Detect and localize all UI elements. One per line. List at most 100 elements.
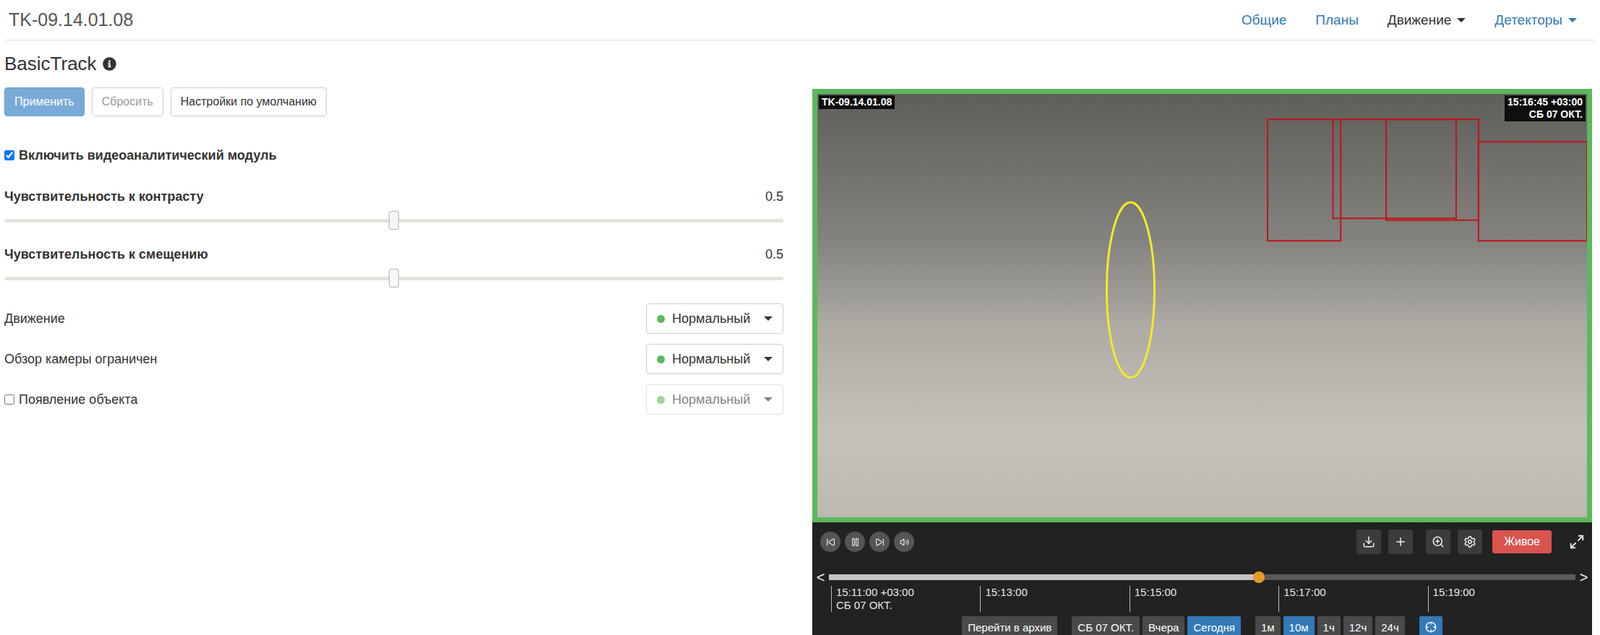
zoom-icon: [1431, 535, 1445, 549]
control-bar: Живое: [812, 522, 1593, 562]
pause-button[interactable]: [844, 531, 866, 553]
event-label[interactable]: Появление объекта: [4, 392, 138, 408]
tool-controls: Живое: [1356, 529, 1585, 555]
slider-value: 0.5: [765, 247, 784, 263]
timeline-ticks: 15:11:00 +03:00СБ 07 ОКТ.15:13:0015:15:0…: [812, 586, 1593, 613]
slider-label: Чувствительность к контрасту: [4, 189, 204, 205]
archive-button[interactable]: Перейти в архив: [961, 616, 1058, 635]
event-row: Обзор камеры ограниченНормальный: [4, 343, 784, 375]
level-dropdown[interactable]: Нормальный: [646, 343, 784, 375]
timeline-tick: 15:13:00: [979, 586, 1129, 613]
timeline-tick: 15:17:00: [1278, 586, 1428, 613]
player: TK-09.14.01.08 15:16:45 +03:00СБ 07 ОКТ. Ж…: [812, 88, 1593, 635]
status-dot: [656, 355, 665, 364]
slider-thumb[interactable]: [388, 211, 399, 230]
slider-block: Чувствительность к смещению 0.5: [4, 245, 784, 288]
day-group: СБ 07 ОКТ.ВчераСегодня: [1071, 616, 1241, 635]
video-frame[interactable]: TK-09.14.01.08 15:16:45 +03:00СБ 07 ОКТ.: [812, 88, 1593, 523]
timeline-marker[interactable]: [1253, 571, 1265, 584]
slider-track[interactable]: [4, 276, 784, 281]
caret-icon: [763, 316, 773, 321]
timeline-tick: 15:15:00: [1129, 586, 1279, 613]
event-checkbox[interactable]: [4, 394, 15, 405]
timeline-prev[interactable]: <: [812, 570, 829, 585]
camera-overlay: TK-09.14.01.08: [818, 95, 895, 110]
slider-value: 0.5: [765, 189, 784, 205]
timeline-fill: [828, 574, 1259, 581]
event-row: Движение Нормальный: [4, 303, 784, 334]
level-dropdown[interactable]: Нормальный: [646, 384, 784, 415]
download-button[interactable]: [1356, 529, 1382, 555]
nav-link[interactable]: Общие: [1227, 7, 1301, 33]
range-button[interactable]: 10м: [1283, 616, 1315, 635]
slider-block: Чувствительность к контрасту 0.5: [4, 187, 784, 230]
zoom-button[interactable]: [1425, 529, 1451, 555]
slider[interactable]: [4, 268, 784, 288]
day-button[interactable]: СБ 07 ОКТ.: [1071, 616, 1140, 635]
timeline-tick: 15:19:00: [1428, 586, 1577, 613]
skip-back-button[interactable]: [820, 531, 841, 553]
header: TK-09.14.01.08 ОбщиеПланыДвижениеДетектор…: [4, 0, 1596, 41]
settings-button[interactable]: [1457, 529, 1483, 555]
caret-icon: [1568, 18, 1577, 23]
slider-label-row: Чувствительность к смещению 0.5: [4, 245, 784, 264]
volume-button[interactable]: [893, 531, 915, 553]
caret-icon: [763, 357, 773, 362]
player-controls: Живое<>15:11:00 +03:00СБ 07 ОКТ.15:13:00…: [812, 522, 1593, 635]
enable-checkbox[interactable]: [4, 150, 15, 161]
slider-track[interactable]: [4, 218, 784, 223]
event-row: Появление объекта Нормальный: [4, 384, 784, 415]
playback-controls: [820, 531, 915, 553]
info-icon[interactable]: [102, 57, 117, 71]
action-button[interactable]: Настройки по умолчанию: [170, 87, 327, 117]
caret-icon: [1456, 18, 1466, 23]
archive-bar: Перейти в архивСБ 07 ОКТ.ВчераСегодня1м1…: [812, 616, 1593, 635]
day-button[interactable]: Сегодня: [1187, 616, 1241, 635]
slider[interactable]: [4, 211, 784, 230]
focus-button[interactable]: [1419, 616, 1443, 635]
skip-forward-button[interactable]: [869, 531, 890, 553]
fullscreen-button[interactable]: [1568, 534, 1585, 550]
range-button[interactable]: 12ч: [1343, 616, 1374, 635]
detection-overlay: [817, 93, 1587, 518]
range-button[interactable]: 24ч: [1375, 616, 1405, 635]
plus-icon: [1394, 535, 1408, 549]
gear-icon: [1463, 535, 1477, 549]
module-title: BasicTrack: [4, 52, 784, 76]
timeline-tick: 15:11:00 +03:00СБ 07 ОКТ.: [831, 586, 980, 613]
download-icon: [1362, 535, 1376, 549]
range-button[interactable]: 1м: [1255, 616, 1281, 635]
camera-title: TK-09.14.01.08: [8, 9, 133, 31]
nav-link[interactable]: Планы: [1300, 7, 1373, 33]
skip-back-icon: [826, 537, 836, 548]
pause-icon: [850, 537, 860, 548]
slider-label: Чувствительность к смещению: [4, 247, 209, 263]
button-row: ПрименитьСброситьНастройки по умолчанию: [4, 87, 784, 117]
action-button[interactable]: Сбросить: [91, 87, 164, 117]
nav-link[interactable]: Детекторы: [1480, 7, 1592, 33]
status-dot: [656, 315, 665, 324]
main: BasicTrack ПрименитьСброситьНастройки по …: [0, 40, 1600, 635]
enable-row[interactable]: Включить видеоаналитический модуль: [4, 146, 784, 165]
timeline: <>: [812, 570, 1593, 585]
status-dot: [656, 396, 665, 404]
nav: ОбщиеПланыДвижениеДетекторы: [1227, 7, 1592, 33]
action-button[interactable]: Применить: [4, 87, 85, 117]
day-button[interactable]: Вчера: [1142, 616, 1185, 635]
event-list: ДвижениеНормальныйОбзор камеры ограничен…: [4, 303, 784, 415]
page: TK-09.14.01.08ОбщиеПланыДвижениеДетектор…: [0, 0, 1600, 635]
slider-thumb[interactable]: [388, 268, 399, 288]
focus-icon: [1425, 621, 1437, 634]
nav-link[interactable]: Движение: [1373, 7, 1481, 33]
volume-icon: [899, 537, 910, 548]
fullscreen-icon: [1568, 534, 1585, 550]
add-button[interactable]: [1388, 529, 1413, 555]
time-overlay: 15:16:45 +03:00СБ 07 ОКТ.: [1504, 95, 1586, 122]
caret-icon: [763, 397, 773, 402]
live-button[interactable]: Живое: [1492, 530, 1552, 554]
timeline-track[interactable]: [828, 574, 1576, 581]
event-label: Движение: [4, 311, 66, 327]
timeline-next[interactable]: >: [1575, 570, 1593, 585]
level-dropdown[interactable]: Нормальный: [646, 303, 784, 334]
range-button[interactable]: 1ч: [1317, 616, 1341, 635]
